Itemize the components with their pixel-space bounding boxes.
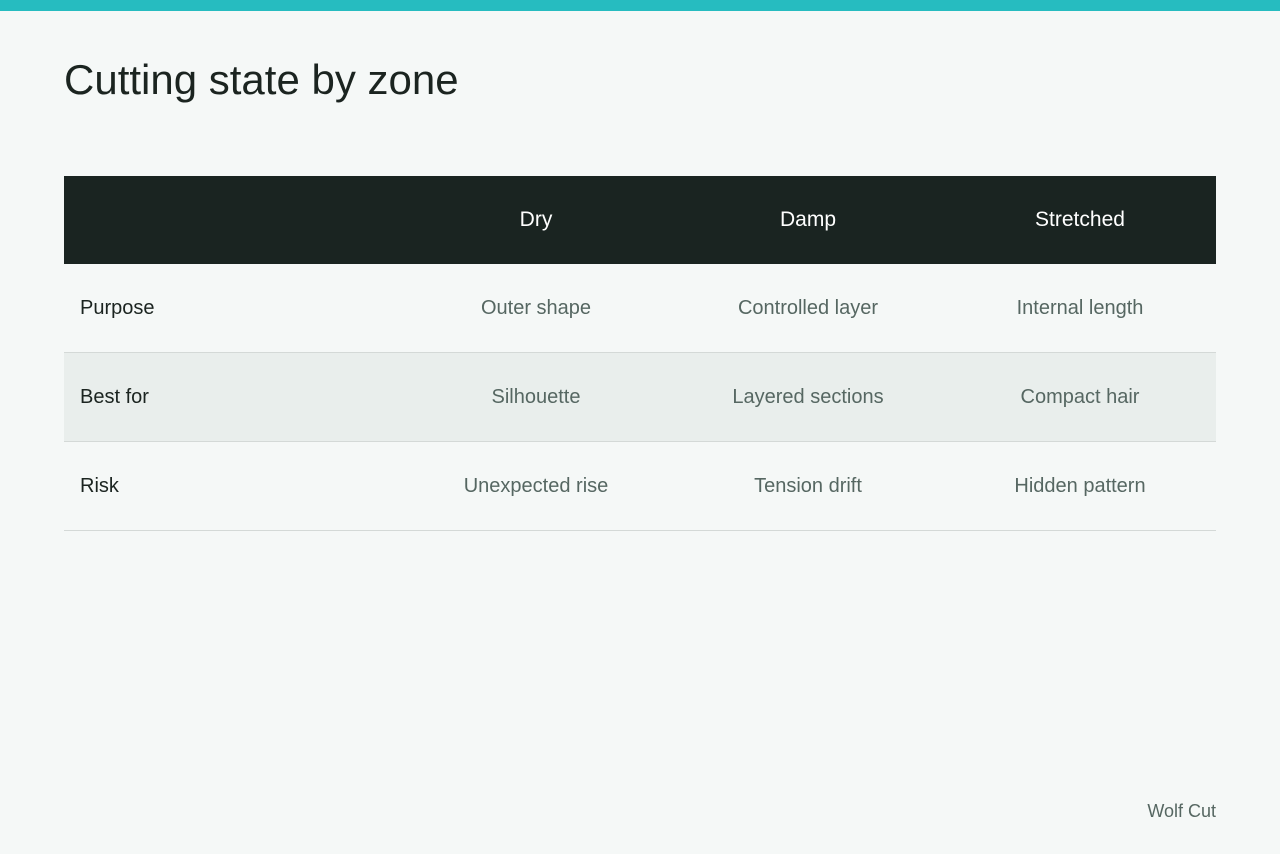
table-cell: Unexpected rise: [463, 474, 609, 497]
table-cell: Outer shape: [480, 296, 592, 319]
table-row-purpose: Purpose Outer shape Controlled layer Int…: [64, 264, 1216, 353]
row-label-purpose: Purpose: [80, 296, 155, 319]
table-cell: Compact hair: [1020, 385, 1140, 408]
top-accent-bar: [0, 0, 1280, 11]
column-header-dry: Dry: [519, 208, 553, 231]
column-header-damp: Damp: [779, 208, 837, 231]
row-label-best-for: Best for: [80, 385, 149, 408]
table-cell: Tension drift: [754, 474, 862, 497]
table-cell: Controlled layer: [737, 296, 879, 319]
table-row-best-for: Best for Silhouette Layered sections Com…: [64, 353, 1216, 442]
comparison-table: Dry Damp Stretched Purpose Outer shape C…: [64, 176, 1216, 531]
table-cell: Hidden pattern: [1014, 474, 1146, 497]
page-title: Cutting state by zone: [64, 56, 459, 103]
table-cell: Internal length: [1016, 296, 1144, 319]
brand-label: Wolf Cut: [1147, 801, 1216, 821]
table-cell: Silhouette: [491, 385, 581, 408]
column-header-stretched: Stretched: [1035, 208, 1125, 231]
table-cell: Layered sections: [732, 385, 884, 408]
row-label-risk: Risk: [80, 474, 119, 497]
table-row-risk: Risk Unexpected rise Tension drift Hidde…: [64, 442, 1216, 531]
table-header-row: Dry Damp Stretched: [64, 176, 1216, 264]
